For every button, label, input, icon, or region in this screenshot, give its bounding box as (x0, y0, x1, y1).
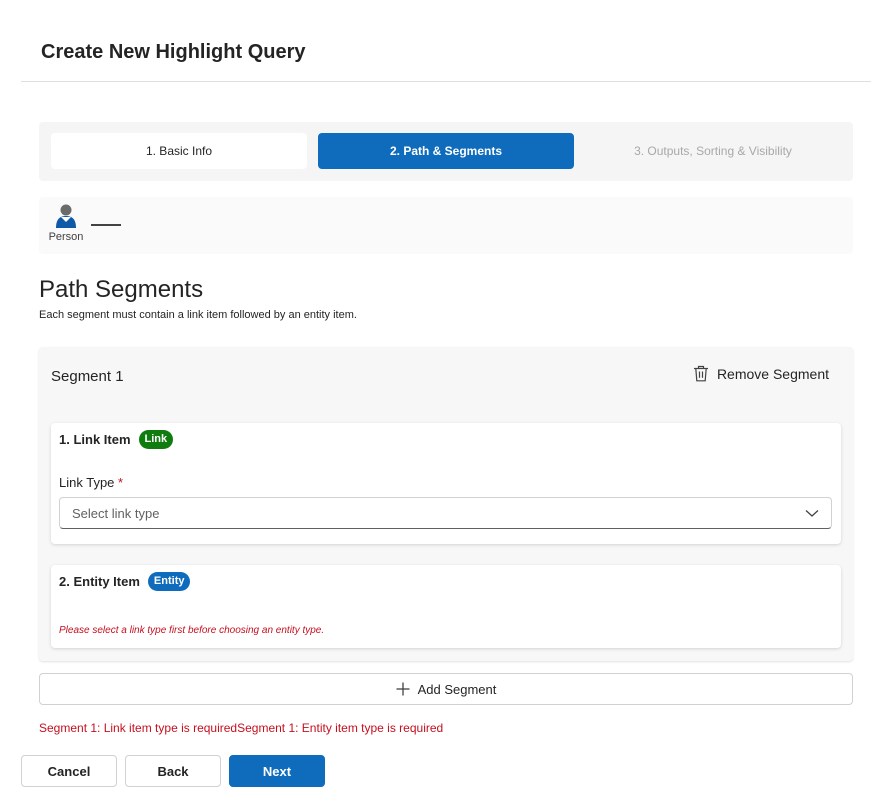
link-badge: Link (138, 430, 174, 449)
page-title: Create New Highlight Query (41, 41, 306, 63)
link-item-card: 1. Link Item Link Link Type * Select lin… (51, 423, 841, 544)
back-button[interactable]: Back (125, 755, 221, 787)
remove-segment-button[interactable]: Remove Segment (693, 365, 829, 382)
link-item-header: 1. Link Item Link (59, 430, 174, 449)
trash-icon (693, 365, 708, 382)
cancel-button[interactable]: Cancel (21, 755, 117, 787)
plus-icon (396, 682, 410, 696)
link-type-label-text: Link Type (59, 475, 115, 490)
wizard-stepper: 1. Basic Info 2. Path & Segments 3. Outp… (39, 122, 853, 181)
section-title: Path Segments (39, 276, 204, 303)
path-node-person: Person (47, 203, 85, 243)
step-basic-info[interactable]: 1. Basic Info (51, 133, 307, 169)
segment-card: Segment 1 Remove Segment 1. Link Item Li… (39, 347, 853, 661)
link-type-label: Link Type * (59, 475, 123, 490)
add-segment-button[interactable]: Add Segment (39, 673, 853, 705)
add-segment-label: Add Segment (417, 681, 497, 697)
entity-badge: Entity (147, 572, 191, 591)
entity-item-card: 2. Entity Item Entity Please select a li… (51, 565, 841, 648)
section-description: Each segment must contain a link item fo… (39, 309, 357, 321)
required-marker: * (118, 475, 124, 490)
path-node-label: Person (48, 231, 84, 243)
title-divider (21, 81, 871, 82)
next-button[interactable]: Next (229, 755, 325, 787)
link-type-placeholder: Select link type (72, 505, 160, 521)
path-connector-line (91, 224, 121, 226)
step-outputs-sorting-visibility: 3. Outputs, Sorting & Visibility (634, 144, 792, 158)
path-preview: Person (39, 197, 853, 254)
person-icon (56, 204, 76, 228)
segment-title: Segment 1 (51, 368, 124, 385)
chevron-down-icon (805, 510, 819, 517)
entity-item-title: 2. Entity Item (59, 574, 140, 589)
link-item-title: 1. Link Item (59, 432, 131, 447)
entity-item-header: 2. Entity Item Entity (59, 572, 191, 591)
step-path-segments[interactable]: 2. Path & Segments (318, 133, 574, 169)
entity-hint: Please select a link type first before c… (59, 625, 325, 636)
validation-error: Segment 1: Link item type is requiredSeg… (39, 721, 444, 735)
link-type-select[interactable]: Select link type (59, 497, 832, 529)
remove-segment-label: Remove Segment (716, 365, 829, 382)
